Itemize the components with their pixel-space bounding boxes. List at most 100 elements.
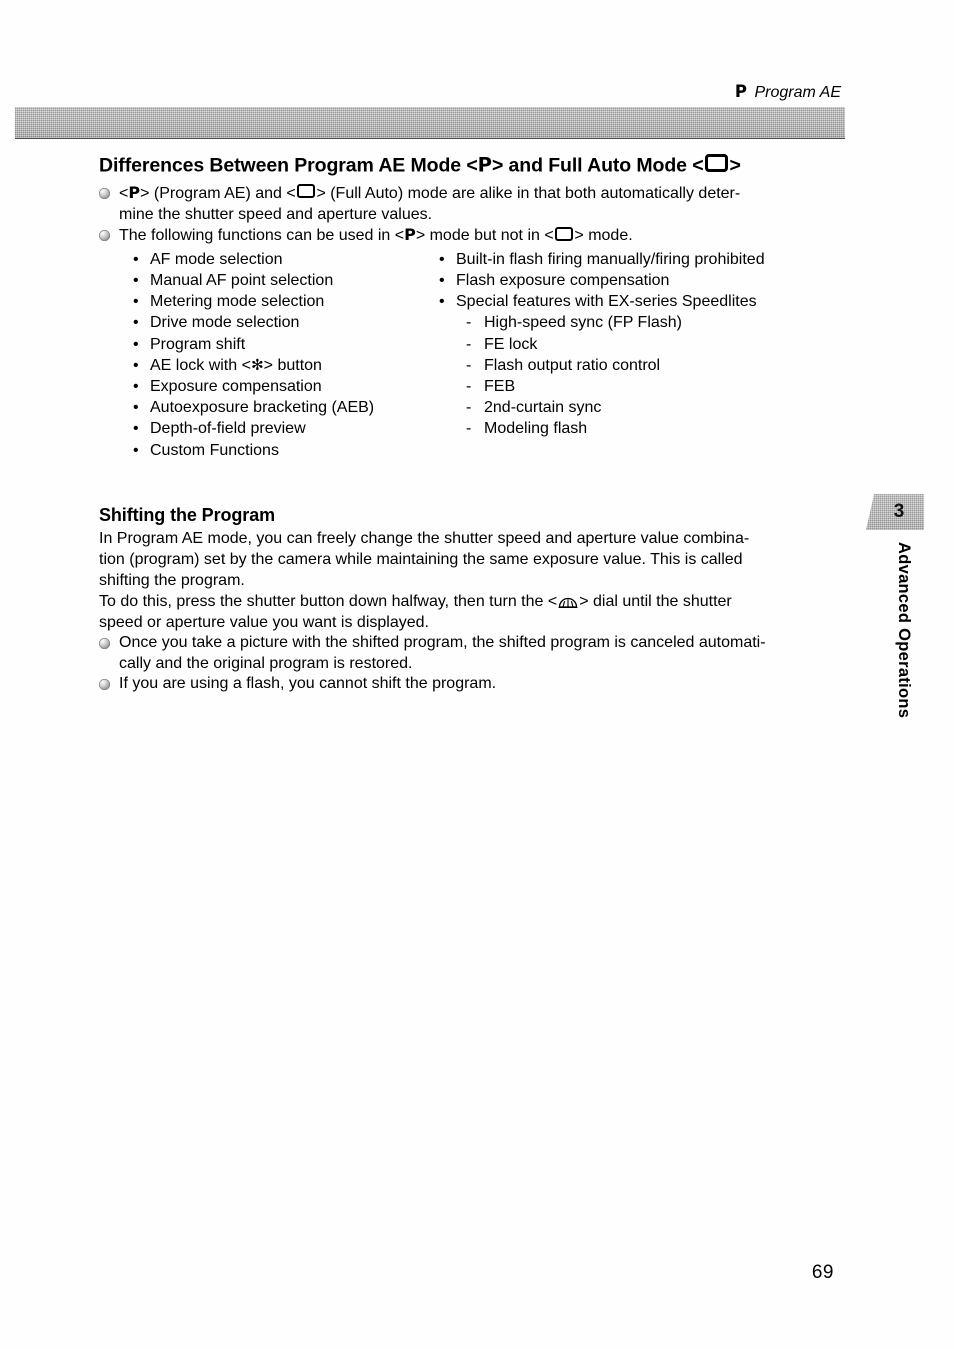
- bullet-line: Once you take a picture with the shifted…: [119, 634, 766, 652]
- running-header-text: Program AE: [754, 84, 841, 101]
- bullet-line: If you are using a flash, you cannot shi…: [119, 675, 497, 693]
- list-item: • Built-in flash firing manually/firing p…: [437, 249, 859, 270]
- bullet-icon: •: [133, 271, 139, 289]
- sub-list-item-label: FE lock: [484, 335, 538, 353]
- sub-list-item-label: High-speed sync (FP Flash): [484, 314, 682, 332]
- text-fragment: > button: [263, 356, 322, 374]
- paragraph-line: speed or aperture value you want is disp…: [99, 613, 429, 631]
- bullet-icon: •: [133, 441, 139, 459]
- page-content: Differences Between Program AE Mode <P> …: [99, 154, 859, 695]
- paragraph-line: In Program AE mode, you can freely chang…: [99, 530, 750, 548]
- list-item-label: Built-in flash firing manually/firing pr…: [456, 250, 765, 268]
- full-auto-mode-icon: [296, 184, 316, 199]
- sub-list-item-label: Modeling flash: [484, 420, 588, 438]
- list-item: • Program shift: [131, 334, 416, 355]
- list-item: • Depth-of-field preview: [131, 418, 416, 439]
- list-item-label: Program shift: [150, 335, 246, 353]
- bullet-icon: •: [133, 399, 139, 417]
- list-item: • Manual AF point selection: [131, 270, 416, 291]
- bullet-icon: •: [439, 293, 445, 311]
- bullet-icon: •: [439, 271, 445, 289]
- dash-icon: -: [466, 377, 472, 395]
- sphere-bullet-icon: [99, 230, 110, 242]
- list-item-ae-lock: • AE lock with <✻> button: [131, 355, 416, 376]
- sub-list-item: - Modeling flash: [464, 418, 859, 439]
- text-fragment: > mode but not in <: [415, 227, 554, 245]
- feature-columns: • AF mode selection • Manual AF point sele…: [99, 249, 859, 461]
- list-item-label: Depth-of-field preview: [150, 420, 306, 438]
- intro-bullet-1: <P> (Program AE) and < > (Full Auto) mode…: [99, 183, 859, 225]
- text-fragment: AE lock with <: [150, 356, 251, 374]
- list-item-label: Flash exposure compensation: [456, 271, 670, 289]
- speedlite-sub-list: - High-speed sync (FP Flash) - FE lock - Fl…: [437, 312, 859, 439]
- paragraph-line: To do this, press the shutter button dow…: [99, 592, 859, 613]
- paragraph-line: tion (program) set by the camera while m…: [99, 550, 743, 568]
- sub-list-item: -2nd-curtain sync: [464, 397, 859, 418]
- running-header: P Program AE: [735, 82, 841, 102]
- bullet-icon: •: [133, 335, 139, 353]
- dash-icon: -: [466, 314, 472, 332]
- intro-bullet-1-line1: <P> (Program AE) and < > (Full Auto) mode…: [119, 183, 859, 205]
- dash-icon: -: [466, 335, 472, 353]
- list-item: • Metering mode selection: [131, 291, 416, 312]
- section-title-part3: >: [729, 154, 741, 177]
- bullet-icon: •: [133, 293, 139, 311]
- list-item-label: Metering mode selection: [150, 293, 325, 311]
- mode-p-glyph: P: [477, 153, 492, 177]
- list-item: • AF mode selection: [131, 249, 416, 270]
- chapter-number: 3: [893, 501, 905, 522]
- p-mode-feature-list: • AF mode selection • Manual AF point sele…: [131, 249, 416, 461]
- running-header-mode-glyph: P: [734, 82, 748, 101]
- intro-bullet-2-line1: The following functions can be used in <…: [119, 225, 859, 247]
- list-item: • Drive mode selection: [131, 312, 416, 333]
- list-item: • Autoexposure bracketing (AEB): [131, 397, 416, 418]
- page-number: 69: [811, 1262, 834, 1283]
- list-item-label: AF mode selection: [150, 250, 283, 268]
- dash-icon: -: [466, 420, 472, 438]
- full-auto-mode-icon: [704, 154, 729, 173]
- sub-list-item-label: Flash output ratio control: [484, 356, 661, 374]
- bullet-icon: •: [133, 377, 139, 395]
- sub-list-item: - FE lock: [464, 334, 859, 355]
- paragraph-line: shifting the program.: [99, 571, 245, 589]
- flash-feature-list: • Built-in flash firing manually/firing p…: [437, 249, 859, 313]
- chapter-label: Advanced Operations: [895, 542, 913, 719]
- bullet-icon: •: [133, 250, 139, 268]
- feature-column-right: • Built-in flash firing manually/firing p…: [416, 249, 859, 461]
- text-fragment: The following functions can be used in <: [119, 227, 405, 245]
- text-fragment: > mode.: [574, 227, 633, 245]
- ae-lock-star-icon: ✻: [250, 355, 264, 374]
- dash-icon: -: [466, 356, 472, 374]
- sphere-bullet-icon: [99, 679, 110, 691]
- intro-bullet-1-line2: mine the shutter speed and aperture valu…: [119, 205, 433, 223]
- text-fragment: > (Full Auto) mode are alike in that bot…: [316, 184, 741, 202]
- shifting-bullet-2: If you are using a flash, you cannot shi…: [99, 674, 859, 695]
- list-item-label: Special features with EX-series Speedlit…: [456, 293, 757, 311]
- chapter-number-box: 3: [866, 494, 924, 530]
- bullet-icon: •: [133, 314, 139, 332]
- list-item: • Special features with EX-series Speedli…: [437, 291, 859, 312]
- bullet-icon: •: [133, 356, 139, 374]
- list-item-label: Exposure compensation: [150, 377, 322, 395]
- shifting-bullet-1: Once you take a picture with the shifted…: [99, 633, 859, 674]
- full-auto-mode-icon: [554, 226, 574, 241]
- list-item: • Flash exposure compensation: [437, 270, 859, 291]
- text-fragment: To do this, press the shutter button dow…: [99, 593, 558, 611]
- sub-list-item: - Flash output ratio control: [464, 355, 859, 376]
- list-item-label: Autoexposure bracketing (AEB): [150, 399, 375, 417]
- list-item-label: Drive mode selection: [150, 314, 300, 332]
- section-title-part2: > and Full Auto Mode <: [491, 154, 704, 177]
- section-title: Differences Between Program AE Mode <P> …: [99, 154, 859, 177]
- sphere-bullet-icon: [99, 187, 110, 199]
- feature-column-left: • AF mode selection • Manual AF point sele…: [99, 249, 416, 461]
- list-item: • Custom Functions: [131, 440, 416, 461]
- bullet-icon: •: [133, 420, 139, 438]
- list-item: • Exposure compensation: [131, 376, 416, 397]
- shifting-paragraph-1: In Program AE mode, you can freely chang…: [99, 529, 859, 591]
- bullet-icon: •: [439, 250, 445, 268]
- sub-list-item-label: 2nd-curtain sync: [484, 399, 602, 417]
- text-fragment: > (Program AE) and <: [140, 184, 296, 202]
- bullet-line: cally and the original program is restor…: [119, 654, 413, 672]
- mode-p-glyph: P: [128, 182, 141, 202]
